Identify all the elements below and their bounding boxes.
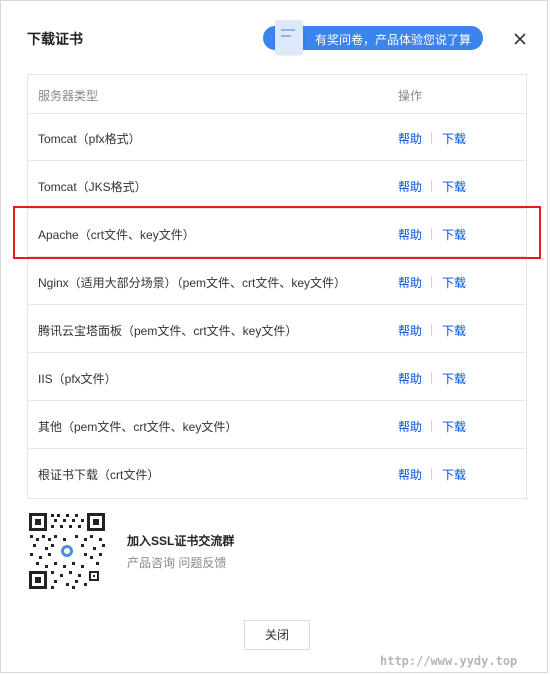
- survey-banner-text: 有奖问卷，产品体验您说了算: [315, 33, 472, 47]
- help-link[interactable]: 帮助: [398, 370, 422, 387]
- qr-code-icon: [27, 511, 107, 591]
- server-type-name: IIS（pfx文件）: [38, 372, 117, 386]
- server-type-name: 腾讯云宝塔面板（pem文件、crt文件、key文件）: [38, 324, 298, 338]
- server-type-name: Nginx（适用大部分场景）（pem文件、crt文件、key文件）: [38, 276, 347, 290]
- server-type-name: 其他（pem文件、crt文件、key文件）: [38, 420, 238, 434]
- table-row: Tomcat（JKS格式） 帮助 | 下载: [28, 161, 526, 209]
- header-operation: 操作: [398, 89, 423, 103]
- help-link[interactable]: 帮助: [398, 274, 422, 291]
- link-separator: |: [430, 178, 434, 192]
- community-group-subtitle: 产品咨询 问题反馈: [127, 556, 227, 570]
- help-link[interactable]: 帮助: [398, 130, 422, 147]
- download-link[interactable]: 下载: [442, 178, 466, 195]
- table-row: IIS（pfx文件） 帮助 | 下载: [28, 353, 526, 401]
- server-type-name: Apache（crt文件、key文件）: [38, 228, 195, 242]
- table-row: 根证书下载（crt文件） 帮助 | 下载: [28, 449, 526, 497]
- survey-document-icon: [275, 20, 303, 54]
- table-row: 腾讯云宝塔面板（pem文件、crt文件、key文件） 帮助 | 下载: [28, 305, 526, 353]
- server-type-name: Tomcat（JKS格式）: [38, 180, 147, 194]
- community-group-title: 加入SSL证书交流群: [127, 534, 235, 548]
- help-link[interactable]: 帮助: [398, 226, 422, 243]
- close-icon[interactable]: [511, 30, 529, 48]
- table-row: 其他（pem文件、crt文件、key文件） 帮助 | 下载: [28, 401, 526, 449]
- link-separator: |: [430, 322, 434, 336]
- link-separator: |: [430, 466, 434, 480]
- link-separator: |: [430, 226, 434, 240]
- download-link[interactable]: 下载: [442, 322, 466, 339]
- link-separator: |: [430, 130, 434, 144]
- table-header: 服务器类型 操作: [28, 75, 526, 114]
- help-link[interactable]: 帮助: [398, 322, 422, 339]
- survey-banner[interactable]: 有奖问卷，产品体验您说了算: [263, 20, 483, 54]
- watermark-text: http://www.yydy.top: [380, 654, 518, 668]
- download-link[interactable]: 下载: [442, 274, 466, 291]
- close-button[interactable]: 关闭: [244, 620, 310, 650]
- help-link[interactable]: 帮助: [398, 418, 422, 435]
- download-link[interactable]: 下载: [442, 418, 466, 435]
- server-type-name: Tomcat（pfx格式）: [38, 132, 141, 146]
- download-link[interactable]: 下载: [442, 370, 466, 387]
- table-row: Tomcat（pfx格式） 帮助 | 下载: [28, 113, 526, 161]
- table-row: Apache（crt文件、key文件） 帮助 | 下载: [28, 209, 526, 257]
- server-type-name: 根证书下载（crt文件）: [38, 468, 160, 482]
- link-separator: |: [430, 418, 434, 432]
- dialog-title: 下载证书: [27, 31, 83, 47]
- header-server-type: 服务器类型: [38, 89, 99, 103]
- table-row: Nginx（适用大部分场景）（pem文件、crt文件、key文件） 帮助 | 下…: [28, 257, 526, 305]
- link-separator: |: [430, 274, 434, 288]
- link-separator: |: [430, 370, 434, 384]
- download-certificate-dialog: 下载证书 有奖问卷，产品体验您说了算 服务器类型 操作 Tomcat（pfx格式…: [0, 0, 548, 673]
- server-type-table: 服务器类型 操作 Tomcat（pfx格式） 帮助 | 下载 Tomcat（JK…: [27, 74, 527, 499]
- download-link[interactable]: 下载: [442, 130, 466, 147]
- download-link[interactable]: 下载: [442, 466, 466, 483]
- download-link[interactable]: 下载: [442, 226, 466, 243]
- help-link[interactable]: 帮助: [398, 466, 422, 483]
- help-link[interactable]: 帮助: [398, 178, 422, 195]
